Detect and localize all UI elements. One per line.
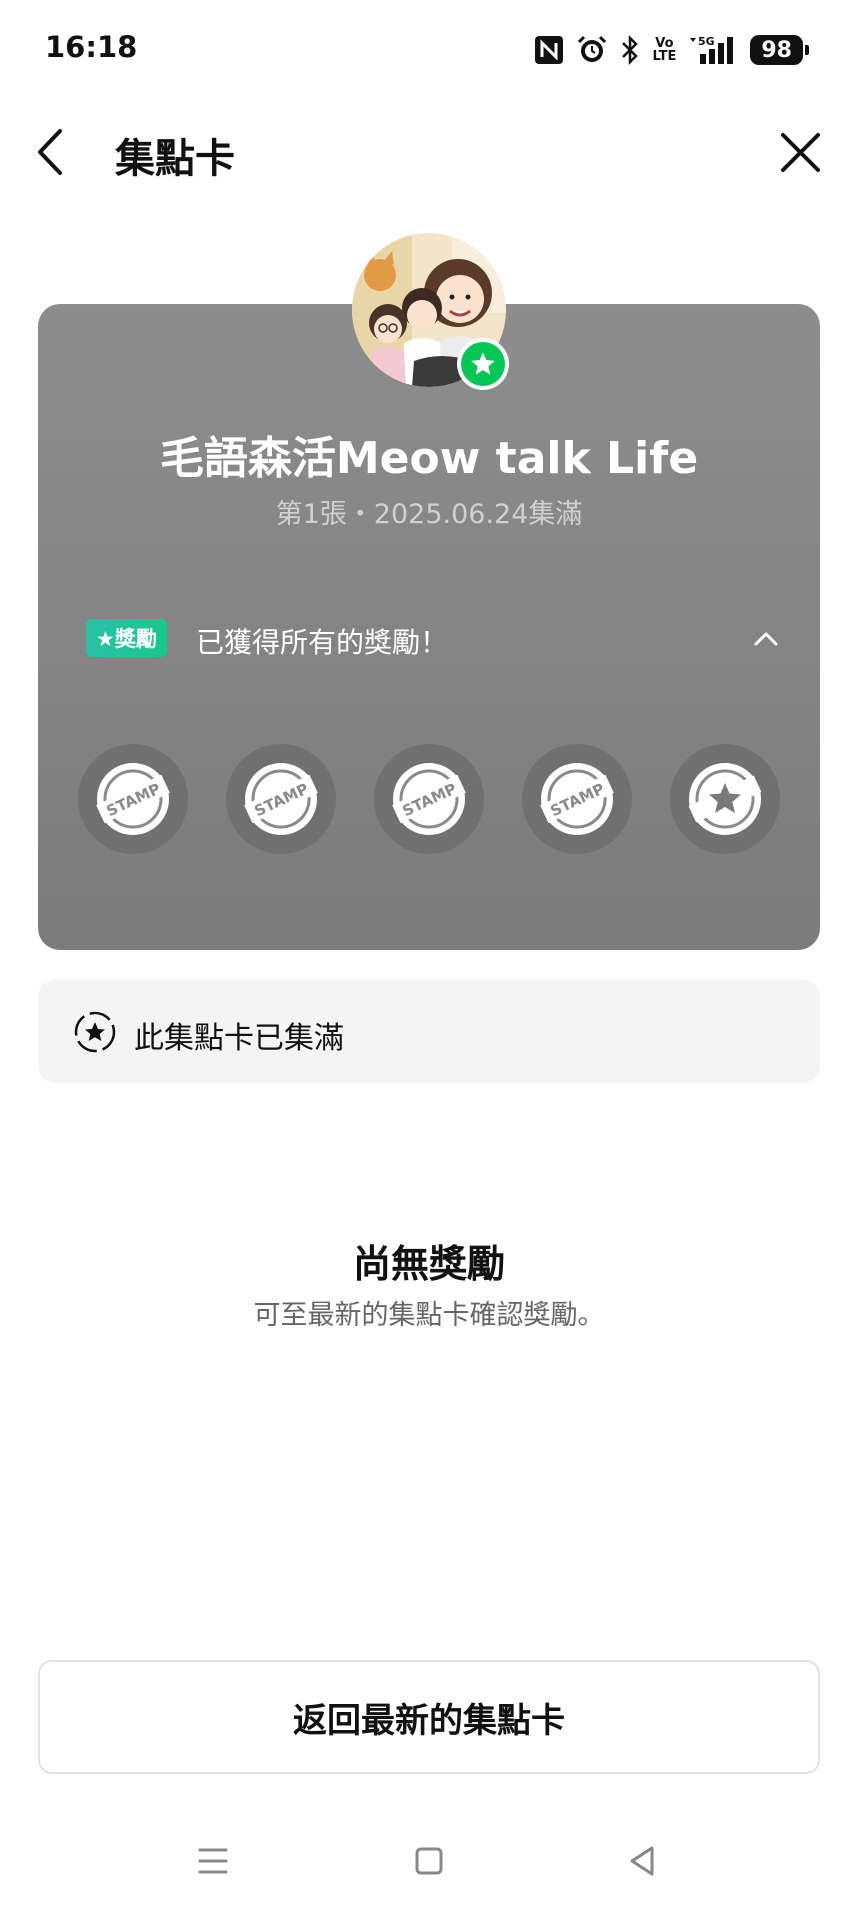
status-time: 16:18 [45,30,138,64]
stamp-slot-4: STAMP [522,744,632,854]
collapse-button[interactable] [746,619,786,659]
shop-name: 毛語森活Meow talk Life [159,433,699,484]
reward-star-stamp-icon [688,763,762,835]
back-triangle-icon [630,1846,654,1876]
network-label: 5G [698,35,715,48]
stamp-card: 毛語森活Meow talk Life 第1張・2025.06.24集滿 ★獎勵 … [38,304,820,950]
reward-row: ★獎勵 已獲得所有的獎勵！ [86,619,786,659]
stamp-slots: STAMP STAMP STAMP STAMP [78,744,780,856]
stamp-slot-1: STAMP [78,744,188,854]
close-button[interactable] [773,125,828,180]
stamp-slot-3: STAMP [374,744,484,854]
battery-level: 98 [761,37,792,63]
back-button[interactable] [30,125,80,180]
star-icon [471,352,495,375]
bluetooth-icon [620,34,640,66]
chevron-left-icon [38,129,62,175]
stamp-slot-5-reward [670,744,780,854]
return-to-latest-card-button[interactable]: 返回最新的集點卡 [38,1660,820,1774]
card-complete-text: 此集點卡已集滿 [134,1021,344,1056]
signal-5g-icon: 5G [688,34,738,66]
reward-badge: ★獎勵 [86,619,167,657]
system-back-button[interactable] [618,1836,668,1886]
stamp-icon: STAMP [96,763,170,835]
home-square-icon [415,1847,443,1875]
stamp-complete-icon [74,1011,116,1053]
card-subtitle: 第1張・2025.06.24集滿 [275,499,583,530]
home-button[interactable] [404,1836,454,1886]
page-title: 集點卡 [115,136,235,182]
stamp-icon: STAMP [540,763,614,835]
alarm-icon [576,34,608,66]
reward-status-text: 已獲得所有的獎勵！ [196,626,449,659]
menu-icon [198,1848,228,1874]
status-bar: 16:18 Vo LTE 5G 98 [0,0,858,100]
battery-icon: 98 [750,35,809,65]
stamp-icon: STAMP [244,763,318,835]
empty-state-description: 可至最新的集點卡確認獎勵。 [253,1300,605,1331]
close-icon [781,133,820,172]
volte-icon: Vo LTE [652,36,677,64]
status-icons: Vo LTE 5G 98 [534,30,809,70]
chevron-up-icon [754,632,778,646]
empty-state-title: 尚無獎勵 [352,1242,505,1286]
stamp-slot-2: STAMP [226,744,336,854]
card-complete-notice: 此集點卡已集滿 [38,979,820,1083]
verified-badge [457,338,509,390]
recent-apps-button[interactable] [188,1836,238,1886]
nfc-icon [534,35,564,65]
stamp-icon: STAMP [392,763,466,835]
system-nav-bar [0,1830,858,1907]
header: 集點卡 [0,110,858,195]
